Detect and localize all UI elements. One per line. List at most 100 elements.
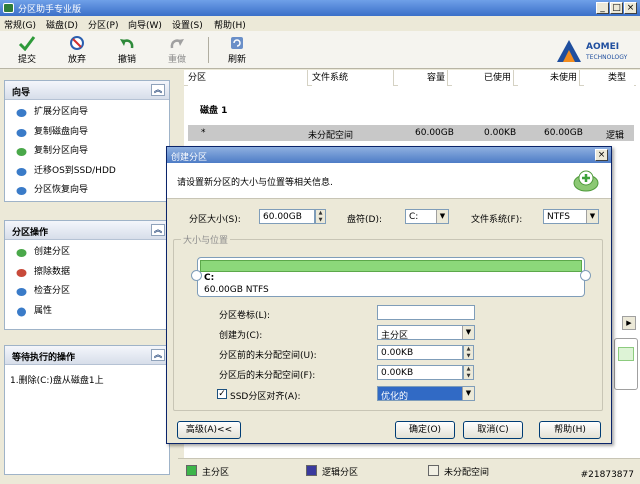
op-item-wipe[interactable]: 擦除数据 (5, 263, 169, 283)
ssd-align-select[interactable]: 优化的 ▼ (377, 386, 475, 401)
create-partition-dialog: 创建分区 × 请设置新分区的大小与位置等相关信息. 分区大小(S): 60.00… (166, 146, 612, 444)
col-used[interactable]: 已使用 (452, 70, 514, 86)
wizard-item-copy-disk[interactable]: 复制磁盘向导 (5, 123, 169, 143)
operations-panel: 分区操作 ︽ 创建分区 擦除数据 检查分区 属性 (4, 220, 170, 330)
refresh-label: 刷新 (227, 55, 246, 65)
col-filesystem[interactable]: 文件系统 (312, 70, 394, 86)
row-unused: 60.00GB (544, 128, 583, 138)
menu-help[interactable]: 帮助(H) (214, 18, 246, 31)
legend-unallocated: 未分配空间 (444, 468, 490, 478)
op-item-label: 检查分区 (34, 286, 71, 296)
op-item-label: 擦除数据 (34, 266, 71, 277)
unallocated-swatch (428, 465, 439, 476)
partition-bar[interactable]: C: 60.00GB NTFS (197, 257, 585, 297)
add-partition-icon (573, 170, 599, 192)
spin-down-icon[interactable]: ▼ (464, 353, 473, 360)
menu-wizard[interactable]: 向导(W) (128, 18, 162, 31)
checkmark-icon (18, 36, 36, 51)
space-before-stepper[interactable]: ▲ ▼ (463, 345, 474, 360)
col-type[interactable]: 类型 (584, 70, 634, 86)
pending-panel: 等待执行的操作 ︽ 1.删除(C:)盘从磁盘1上 (4, 345, 170, 475)
chevron-down-icon[interactable]: ▼ (462, 326, 474, 339)
table-row[interactable]: * 未分配空间 60.00GB 0.00KB 60.00GB 逻辑 (188, 125, 634, 141)
drive-label: 盘符(D): (347, 215, 382, 225)
wizard-item-recovery[interactable]: 分区恢复向导 (5, 181, 169, 201)
info-icon (17, 307, 26, 316)
cancel-button[interactable]: 取消(C) (463, 421, 523, 439)
maximize-button[interactable]: □ (610, 2, 623, 14)
row-used: 0.00KB (484, 128, 517, 138)
create-as-select[interactable]: 主分区 ▼ (377, 325, 475, 340)
discard-label: 放弃 (67, 55, 86, 65)
wizard-item-extend[interactable]: 扩展分区向导 (5, 103, 169, 123)
chevron-down-icon[interactable]: ▼ (586, 210, 598, 223)
redo-button[interactable]: 重做 (160, 35, 194, 65)
space-before-input[interactable]: 0.00KB (377, 345, 463, 360)
legend-logical: 逻辑分区 (322, 468, 359, 478)
size-stepper[interactable]: ▲ ▼ (315, 209, 326, 224)
menu-general[interactable]: 常规(G) (4, 18, 36, 31)
col-unused[interactable]: 未使用 (518, 70, 580, 86)
undo-button[interactable]: 撤销 (110, 35, 144, 65)
undo-icon (120, 39, 134, 49)
collapse-wizard-button[interactable]: ︽ (151, 84, 165, 96)
disk-map-fill (618, 347, 634, 361)
ssd-align-checkbox[interactable]: ✓ (217, 389, 227, 399)
chevron-down-icon[interactable]: ▼ (462, 387, 474, 400)
volume-label-input[interactable] (377, 305, 475, 320)
row-filesystem: 未分配空间 (308, 131, 354, 141)
toolbar: 提交 放弃 撤销 重做 刷新 (0, 31, 640, 69)
menu-partition[interactable]: 分区(P) (88, 18, 118, 31)
left-resize-handle[interactable] (191, 270, 202, 281)
wizard-item-migrate-os[interactable]: 迁移OS到SSD/HDD (5, 162, 169, 182)
disk-map-fragment (614, 338, 638, 390)
dialog-title-bar: 创建分区 × (167, 147, 611, 163)
disk-label: 磁盘 1 (200, 106, 228, 116)
size-input[interactable]: 60.00GB (259, 209, 315, 224)
op-item-check[interactable]: 检查分区 (5, 282, 169, 302)
wizard-panel: 向导 ︽ 扩展分区向导 复制磁盘向导 复制分区向导 迁移OS到SSD/HDD 分… (4, 80, 170, 202)
disk-icon (16, 128, 27, 137)
op-item-create[interactable]: 创建分区 (5, 243, 169, 263)
menu-settings[interactable]: 设置(S) (172, 18, 203, 31)
space-after-input[interactable]: 0.00KB (377, 365, 463, 380)
space-after-stepper[interactable]: ▲ ▼ (463, 365, 474, 380)
chevron-down-icon[interactable]: ▼ (436, 210, 448, 223)
minimize-button[interactable]: _ (596, 2, 609, 14)
create-as-value: 主分区 (381, 331, 409, 340)
drive-select[interactable]: C: ▼ (405, 209, 449, 224)
collapse-pending-button[interactable]: ︽ (151, 349, 165, 361)
commit-button[interactable]: 提交 (10, 35, 44, 65)
discard-button[interactable]: 放弃 (60, 35, 94, 65)
op-item-label: 属性 (34, 305, 53, 316)
col-partition[interactable]: 分区 (188, 70, 308, 86)
pending-item[interactable]: 1.删除(C:)盘从磁盘1上 (5, 365, 169, 386)
dialog-close-button[interactable]: × (595, 149, 608, 161)
menu-disk[interactable]: 磁盘(D) (46, 18, 78, 31)
ok-button[interactable]: 确定(O) (395, 421, 455, 439)
row-capacity: 60.00GB (415, 128, 454, 138)
dialog-banner: 请设置新分区的大小与位置等相关信息. (167, 163, 611, 199)
disk-icon (16, 109, 27, 117)
close-button[interactable]: × (624, 2, 637, 14)
help-button[interactable]: 帮助(H) (539, 421, 601, 439)
refresh-button[interactable]: 刷新 (220, 35, 254, 65)
wizard-panel-header: 向导 ︽ (5, 81, 169, 100)
col-capacity[interactable]: 容量 (398, 70, 448, 86)
row-type: 逻辑 (606, 131, 625, 141)
volume-label-label: 分区卷标(L): (219, 311, 271, 321)
commit-label: 提交 (17, 55, 36, 65)
op-item-properties[interactable]: 属性 (5, 302, 169, 322)
collapse-operations-button[interactable]: ︽ (151, 224, 165, 236)
advanced-button[interactable]: 高级(A)<< (177, 421, 241, 439)
space-before-label: 分区前的未分配空间(U): (219, 351, 317, 361)
legend-bar: 主分区 逻辑分区 未分配空间 (178, 458, 640, 484)
spin-down-icon[interactable]: ▼ (464, 373, 473, 380)
wizard-item-copy-partition[interactable]: 复制分区向导 (5, 142, 169, 162)
primary-swatch (186, 465, 197, 476)
filesystem-select[interactable]: NTFS ▼ (543, 209, 599, 224)
spin-down-icon[interactable]: ▼ (316, 217, 325, 224)
scroll-right-button[interactable]: ▶ (622, 316, 636, 330)
right-resize-handle[interactable] (580, 270, 591, 281)
ssd-align-label: SSD分区对齐(A): (230, 392, 301, 402)
